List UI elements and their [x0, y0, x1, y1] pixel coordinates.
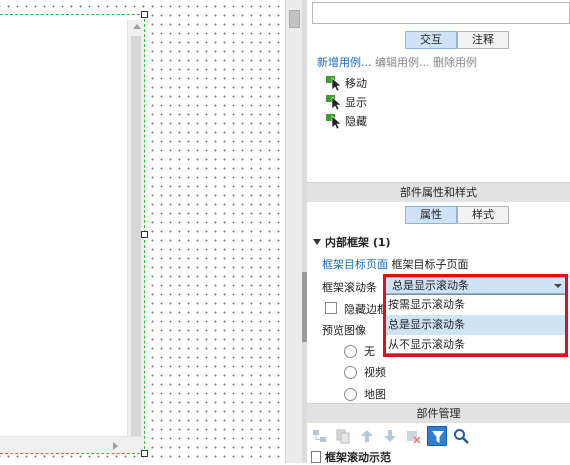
hide-border-label: 隐藏边框 — [344, 303, 388, 316]
preview-radio-none[interactable] — [344, 345, 357, 358]
group-title[interactable]: 内部框架 (1) — [313, 234, 391, 250]
case-item[interactable]: 显示 — [326, 94, 367, 110]
widget-manager-toolbar — [307, 423, 570, 449]
search-icon[interactable] — [453, 428, 469, 444]
case-item[interactable]: 移动 — [326, 75, 367, 91]
highlight-annotation-box — [383, 274, 568, 357]
resize-handle-bottom-right[interactable] — [141, 450, 148, 457]
filter-icon — [432, 431, 444, 443]
scroll-right-arrow-icon[interactable] — [113, 442, 118, 450]
preview-radio-video[interactable] — [344, 366, 357, 379]
move-up-icon[interactable] — [359, 428, 375, 444]
case-label: 隐藏 — [345, 115, 367, 128]
search-input[interactable] — [312, 2, 570, 24]
edit-case-link[interactable]: 编辑用例... — [375, 56, 430, 69]
preview-option-label: 视频 — [364, 366, 386, 379]
right-panel: 交互 注释 新增用例... 编辑用例... 删除用例 移动 显示 隐藏 部件属性… — [307, 0, 570, 464]
widget-properties-header[interactable]: 部件属性和样式 — [307, 182, 570, 202]
move-down-icon[interactable] — [382, 428, 398, 444]
delete-icon[interactable] — [405, 428, 421, 444]
filter-button[interactable] — [427, 426, 447, 446]
preview-option-label: 无 — [364, 345, 375, 358]
preview-image-label: 预览图像 — [322, 324, 366, 337]
hierarchy-icon[interactable] — [312, 428, 328, 444]
canvas-vertical-scrollbar[interactable] — [285, 0, 302, 463]
target-page-link[interactable]: 框架目标页面 — [322, 258, 388, 271]
frame-vertical-scrollbar[interactable] — [127, 20, 144, 441]
collapse-triangle-icon — [313, 239, 321, 245]
inline-frame-widget[interactable] — [0, 14, 145, 454]
copy-icon[interactable] — [335, 428, 351, 444]
hide-border-checkbox[interactable] — [325, 302, 337, 314]
widget-manager-header[interactable]: 部件管理 — [307, 403, 570, 423]
resize-handle-top-right[interactable] — [141, 11, 148, 18]
tab-properties[interactable]: 属性 — [405, 206, 457, 224]
resize-handle-right[interactable] — [141, 231, 148, 238]
tab-notes[interactable]: 注释 — [457, 31, 509, 49]
case-label: 移动 — [345, 77, 367, 90]
scroll-up-arrow-icon[interactable] — [133, 24, 141, 29]
preview-option-label: 地图 — [364, 388, 386, 401]
preview-radio-map[interactable] — [344, 388, 357, 401]
delete-case-link[interactable]: 删除用例 — [433, 56, 477, 69]
interaction-tabs: 交互 注释 — [405, 31, 509, 49]
frame-target-links: 框架目标页面 框架目标子页面 — [322, 256, 469, 272]
new-case-link[interactable]: 新增用例... — [317, 56, 372, 69]
case-item[interactable]: 隐藏 — [326, 113, 367, 129]
scrollbar-label: 框架滚动条 — [322, 281, 377, 294]
target-child-page-link[interactable]: 框架目标子页面 — [392, 258, 469, 271]
case-actions: 新增用例... 编辑用例... 删除用例 — [317, 54, 477, 70]
page-icon — [311, 451, 321, 463]
canvas-scrollbar-thumb[interactable] — [289, 10, 300, 28]
case-cursor-icon — [326, 94, 342, 110]
frame-horizontal-scrollbar[interactable] — [0, 436, 144, 453]
tab-interaction[interactable]: 交互 — [405, 31, 457, 49]
case-cursor-icon — [326, 75, 342, 91]
case-label: 显示 — [345, 96, 367, 109]
case-cursor-icon — [326, 113, 342, 129]
scrollbar-thumb[interactable] — [131, 36, 141, 441]
tab-style[interactable]: 样式 — [457, 206, 509, 224]
properties-tabs: 属性 样式 — [405, 206, 509, 224]
